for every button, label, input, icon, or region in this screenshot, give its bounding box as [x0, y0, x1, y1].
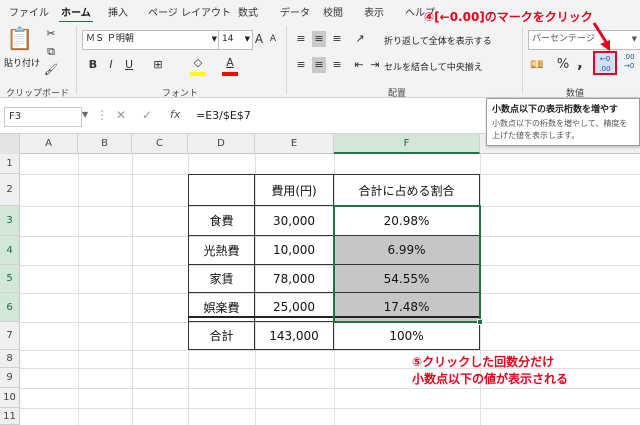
tab-data[interactable]: データ: [280, 4, 310, 19]
annotation-step5-line1: ⑤クリックした回数分だけ: [412, 355, 555, 369]
cut-icon[interactable]: ✂: [44, 26, 58, 42]
row-header[interactable]: 10: [0, 388, 20, 408]
fill-color-icon[interactable]: ◇: [190, 55, 206, 71]
name-box[interactable]: F3: [4, 107, 82, 127]
row-header[interactable]: 1: [0, 154, 20, 174]
shrink-font-button[interactable]: A: [267, 31, 279, 47]
group-divider: [522, 26, 523, 94]
align-top-icon[interactable]: ≡: [294, 31, 308, 47]
column-header-selected[interactable]: F: [334, 134, 480, 154]
border-icon[interactable]: ⊞: [150, 57, 166, 73]
more-icon: ⋮: [96, 108, 108, 122]
row-header[interactable]: 4: [0, 236, 20, 265]
font-name-value: ＭＳ Ｐ明朝: [86, 34, 134, 44]
table-row-label[interactable]: 食費: [188, 206, 255, 236]
chevron-down-icon[interactable]: ▼: [82, 110, 88, 119]
tooltip-title: 小数点以下の表示桁数を増やす: [492, 105, 619, 115]
align-left-icon[interactable]: ≡: [294, 57, 308, 73]
table-row-label[interactable]: 光熱費: [188, 236, 255, 265]
row-header[interactable]: 7: [0, 322, 20, 350]
wrap-text-button[interactable]: 折り返して全体を表示する: [384, 34, 492, 47]
copy-icon[interactable]: ⧉: [44, 44, 58, 60]
tooltip-body: 小数点以下の桁数を増やして、精度を上げた値を表示します。: [492, 119, 628, 140]
annotation-step4: ④[←0.00]のマークをクリック: [424, 10, 593, 24]
formula-input[interactable]: =E3/$E$7: [196, 107, 486, 127]
fill-handle[interactable]: [477, 319, 483, 325]
italic-button[interactable]: I: [104, 57, 118, 73]
accounting-format-icon[interactable]: 💴: [528, 57, 546, 73]
annotation-step5-line2: 小数点以下の値が表示される: [412, 372, 569, 386]
total-row-ratio[interactable]: 100%: [334, 322, 480, 350]
annotation-arrow-icon: [592, 22, 610, 51]
chevron-down-icon: ▼: [211, 35, 217, 43]
table-row-cost[interactable]: 78,000: [255, 265, 334, 293]
tab-home[interactable]: ホーム: [59, 4, 93, 23]
align-bottom-icon[interactable]: ≡: [330, 31, 344, 47]
insert-function-icon[interactable]: fx: [170, 108, 180, 121]
bold-button[interactable]: B: [86, 57, 100, 73]
tab-file[interactable]: ファイル: [9, 4, 49, 19]
group-divider: [76, 26, 77, 94]
column-header[interactable]: C: [132, 134, 188, 154]
font-color-swatch: [222, 72, 238, 76]
column-header[interactable]: B: [78, 134, 132, 154]
total-row-cost[interactable]: 143,000: [255, 322, 334, 350]
row-header[interactable]: 9: [0, 368, 20, 388]
row-header[interactable]: 6: [0, 293, 20, 322]
paste-button[interactable]: 貼り付け: [4, 56, 40, 69]
annotation-step5: ⑤クリックした回数分だけ 小数点以下の値が表示される: [412, 354, 568, 388]
tab-review[interactable]: 校閲: [323, 4, 343, 19]
table-row-label[interactable]: 家賃: [188, 265, 255, 293]
table-header-ratio[interactable]: 合計に占める割合: [334, 174, 480, 206]
row-header[interactable]: 5: [0, 265, 20, 293]
font-color-button[interactable]: A: [222, 55, 238, 71]
table-header-cost[interactable]: 費用(円): [255, 174, 334, 206]
tab-formulas[interactable]: 数式: [238, 4, 258, 19]
chevron-down-icon: ▼: [244, 35, 250, 43]
selection-border: [333, 205, 481, 323]
ribbon: 📋 貼り付け ✂ ⧉ 🖌 クリップボード ＭＳ Ｐ明朝 ▼ 14 ▼ A A B…: [0, 22, 640, 99]
number-format-value: パーセンテージ: [532, 34, 595, 44]
paste-icon[interactable]: 📋: [6, 26, 33, 54]
underline-button[interactable]: U: [122, 57, 136, 73]
table-corner-cell[interactable]: [188, 174, 255, 206]
cancel-icon[interactable]: ✕: [116, 108, 126, 122]
column-header[interactable]: A: [20, 134, 78, 154]
increase-decimal-tooltip: 小数点以下の表示桁数を増やす 小数点以下の桁数を増やして、精度を上げた値を表示し…: [486, 98, 640, 146]
group-divider: [286, 26, 287, 94]
column-header[interactable]: E: [255, 134, 334, 154]
font-name-select[interactable]: ＭＳ Ｐ明朝 ▼: [82, 30, 221, 50]
decrease-decimal-button[interactable]: .00 →0: [620, 53, 638, 73]
tab-insert[interactable]: 挿入: [108, 4, 128, 19]
total-row-label[interactable]: 合計: [188, 322, 255, 350]
select-all-corner[interactable]: [0, 134, 20, 154]
fill-color-swatch: [190, 72, 206, 76]
tab-view[interactable]: 表示: [364, 4, 384, 19]
decrease-indent-icon[interactable]: ⇤: [352, 57, 366, 73]
number-format-select[interactable]: パーセンテージ ▼: [528, 30, 640, 50]
grow-font-button[interactable]: A: [252, 31, 266, 47]
comma-style-button[interactable]: ,: [574, 55, 586, 71]
row-header[interactable]: 3: [0, 206, 20, 236]
font-size-value: 14: [222, 34, 234, 44]
align-middle-icon[interactable]: ≡: [312, 31, 326, 47]
orientation-icon[interactable]: ↗: [352, 31, 368, 47]
row-header[interactable]: 8: [0, 350, 20, 368]
row-header[interactable]: 11: [0, 408, 20, 425]
increase-indent-icon[interactable]: ⇥: [368, 57, 382, 73]
format-painter-icon[interactable]: 🖌: [44, 62, 58, 78]
enter-icon[interactable]: ✓: [142, 108, 152, 122]
table-row-cost[interactable]: 10,000: [255, 236, 334, 265]
column-header[interactable]: D: [188, 134, 255, 154]
table-row-cost[interactable]: 30,000: [255, 206, 334, 236]
align-center-icon[interactable]: ≡: [312, 57, 326, 73]
row-header[interactable]: 2: [0, 174, 20, 206]
font-size-select[interactable]: 14 ▼: [218, 30, 253, 50]
percent-style-button[interactable]: %: [556, 57, 570, 73]
increase-decimal-button[interactable]: ←0 .00: [593, 51, 617, 75]
align-right-icon[interactable]: ≡: [330, 57, 344, 73]
chevron-down-icon: ▼: [631, 35, 637, 43]
tab-page-layout[interactable]: ページ レイアウト: [148, 4, 231, 19]
merge-center-button[interactable]: セルを結合して中央揃え: [384, 60, 483, 73]
